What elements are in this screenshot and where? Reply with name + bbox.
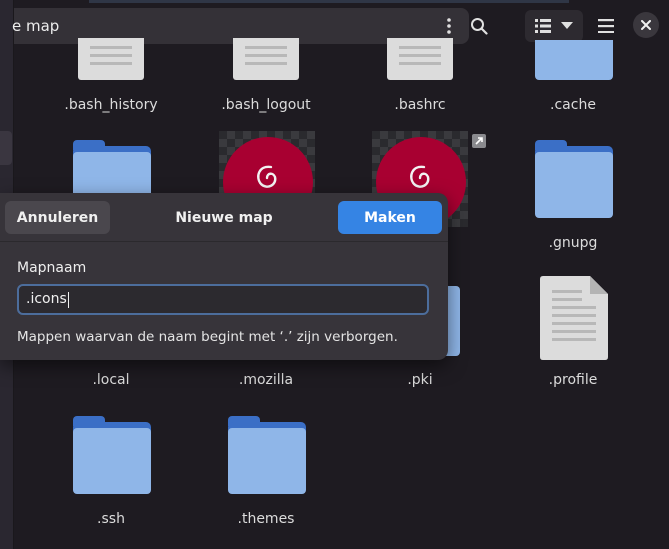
folder-label: .cache	[550, 97, 596, 113]
path-title: e map	[12, 17, 60, 35]
sidebar-selected-item[interactable]	[0, 131, 12, 165]
chevron-down-icon[interactable]	[561, 22, 573, 30]
dialog-header: Annuleren Nieuwe map Maken	[0, 193, 448, 242]
folder-label: .mozilla	[238, 372, 294, 388]
new-folder-dialog: Annuleren Nieuwe map Maken Mapnaam .icon…	[0, 193, 448, 360]
folder-icon	[535, 40, 613, 80]
cancel-button[interactable]: Annuleren	[5, 201, 110, 234]
file-label: .bashrc	[394, 97, 446, 113]
text-file-icon	[233, 38, 299, 80]
file-label: .bash_logout	[221, 97, 311, 113]
create-button[interactable]: Maken	[338, 201, 442, 234]
folder-name-value: .icons	[26, 291, 67, 307]
file-label: .bash_history	[64, 97, 158, 113]
path-menu-button[interactable]	[435, 12, 463, 40]
folder-name-input[interactable]: .icons	[17, 284, 429, 315]
symlink-arrow-icon	[472, 134, 486, 148]
folder-label: .themes	[237, 511, 295, 527]
main-menu-button[interactable]	[590, 10, 622, 42]
vertical-dots-icon	[447, 18, 451, 34]
folder-label: .local	[92, 372, 130, 388]
text-file-icon	[387, 38, 453, 80]
search-icon	[471, 18, 488, 35]
text-file-icon	[78, 38, 144, 80]
folder-label: .pki	[407, 372, 433, 388]
dialog-title: Nieuwe map	[175, 209, 273, 226]
folder-name-label: Mapnaam	[17, 260, 87, 276]
list-view-icon	[535, 19, 551, 33]
hamburger-menu-icon	[598, 19, 614, 33]
folder-label: .gnupg	[548, 235, 598, 251]
search-button[interactable]	[464, 10, 494, 42]
window-top-edge	[89, 0, 569, 3]
file-label: .profile	[548, 372, 598, 388]
close-icon	[641, 20, 651, 30]
hidden-folder-hint: Mappen waarvan de naam begint met ‘.’ zi…	[17, 329, 398, 345]
folder-label: .ssh	[97, 511, 125, 527]
view-toggle-button[interactable]	[525, 10, 583, 42]
text-caret	[67, 291, 69, 308]
close-window-button[interactable]	[633, 12, 659, 38]
